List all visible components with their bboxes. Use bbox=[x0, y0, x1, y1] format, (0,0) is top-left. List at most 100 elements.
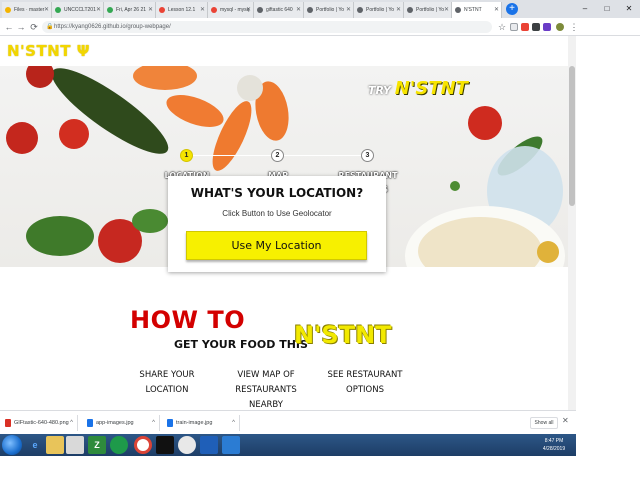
chrome-icon[interactable] bbox=[134, 436, 152, 454]
browser-tab[interactable]: giftastic 640 ✕ bbox=[254, 2, 304, 18]
tab-close-icon[interactable]: ✕ bbox=[346, 2, 351, 18]
site-logo[interactable]: N'STNT Ψ bbox=[7, 42, 90, 60]
tab-label: Portfolio | Yo bbox=[366, 7, 394, 13]
minimize-button[interactable]: – bbox=[574, 0, 596, 18]
image-file-icon bbox=[87, 419, 93, 427]
maximize-button[interactable]: □ bbox=[596, 0, 618, 18]
carrot-shape bbox=[133, 66, 197, 90]
browser-tab[interactable]: Lesson 12.1 ✕ bbox=[156, 2, 208, 18]
tomato-shape bbox=[26, 66, 54, 88]
taskbar-clock[interactable]: 8:47 PM 4/28/2019 bbox=[534, 437, 574, 453]
profile-avatar-icon[interactable] bbox=[556, 23, 564, 31]
bookmark-star-icon[interactable]: ☆ bbox=[496, 21, 508, 33]
reload-icon[interactable]: ⟳ bbox=[28, 21, 40, 33]
app-icon[interactable] bbox=[110, 436, 128, 454]
menu-kebab-icon[interactable]: ⋮ bbox=[568, 21, 580, 33]
step-3-indicator[interactable]: 3 bbox=[361, 149, 374, 162]
location-card-subtitle: Click Button to Use Geolocator bbox=[222, 209, 332, 218]
windows-taskbar: e Z 8:47 PM 4/28/2019 bbox=[0, 434, 576, 456]
tab-close-icon[interactable]: ✕ bbox=[246, 2, 251, 18]
tab-close-icon[interactable]: ✕ bbox=[494, 2, 499, 18]
lemon-shape bbox=[537, 241, 559, 263]
blank-area bbox=[576, 410, 640, 456]
tab-close-icon[interactable]: ✕ bbox=[444, 2, 449, 18]
extension-icon[interactable] bbox=[543, 23, 551, 31]
step-1-indicator[interactable]: 1 bbox=[180, 149, 193, 162]
tab-close-icon[interactable]: ✕ bbox=[96, 2, 101, 18]
image-file-icon bbox=[5, 419, 11, 427]
internet-explorer-icon[interactable]: e bbox=[26, 436, 44, 454]
tab-favicon-icon bbox=[55, 7, 61, 13]
tab-label: UNCCCLT201 bbox=[64, 7, 96, 13]
tab-favicon-icon bbox=[159, 7, 165, 13]
blank-area bbox=[576, 36, 640, 410]
start-button-icon[interactable] bbox=[2, 435, 22, 455]
tab-favicon-icon bbox=[211, 7, 217, 13]
blank-area bbox=[0, 456, 640, 480]
browser-tab[interactable]: Portfolio | Yo ✕ bbox=[404, 2, 452, 18]
browser-tab[interactable]: Fri, Apr 26 21 ✕ bbox=[104, 2, 156, 18]
tab-favicon-icon bbox=[357, 7, 363, 13]
tomato-shape bbox=[59, 119, 89, 149]
browser-tab-active[interactable]: N'STNT ✕ bbox=[452, 2, 502, 18]
extension-icon[interactable] bbox=[510, 23, 518, 31]
tab-close-icon[interactable]: ✕ bbox=[296, 2, 301, 18]
tab-favicon-icon bbox=[407, 7, 413, 13]
tab-close-icon[interactable]: ✕ bbox=[44, 2, 49, 18]
browser-tab[interactable]: UNCCCLT201 ✕ bbox=[52, 2, 104, 18]
file-explorer-icon[interactable] bbox=[46, 436, 64, 454]
tab-label: Fri, Apr 26 21 bbox=[116, 7, 147, 13]
forward-icon[interactable]: → bbox=[15, 21, 27, 33]
browser-toolbar: ← → ⟳ 🔒 https://kyang0626.github.io/grou… bbox=[0, 18, 640, 36]
close-window-button[interactable]: ✕ bbox=[618, 0, 640, 18]
download-filename: train-image.jpg bbox=[176, 420, 213, 426]
app-icon[interactable] bbox=[200, 436, 218, 454]
tab-close-icon[interactable]: ✕ bbox=[396, 2, 401, 18]
tab-label: giftastic 640 bbox=[266, 7, 293, 13]
app-icon[interactable] bbox=[178, 436, 196, 454]
step-2-indicator[interactable]: 2 bbox=[271, 149, 284, 162]
download-item[interactable]: train-image.jpg ^ bbox=[164, 415, 240, 431]
address-bar[interactable]: 🔒 https://kyang0626.github.io/group-webp… bbox=[42, 21, 492, 33]
basil-leaves-shape bbox=[26, 216, 94, 256]
browser-tab[interactable]: Portfolio | Yo ✕ bbox=[354, 2, 404, 18]
hero-brand: N'STNT bbox=[394, 78, 468, 99]
back-icon[interactable]: ← bbox=[3, 21, 15, 33]
browser-tab[interactable]: mysql - mysq ✕ bbox=[208, 2, 254, 18]
web-page: N'STNT Ψ TRY N'STNT 1 2 3 WHAT'S YOUR LO… bbox=[0, 36, 568, 410]
show-all-downloads-button[interactable]: Show all bbox=[530, 417, 558, 429]
scrollbar-thumb[interactable] bbox=[569, 66, 575, 206]
vscode-icon[interactable] bbox=[222, 436, 240, 454]
chevron-up-icon[interactable]: ^ bbox=[152, 415, 155, 431]
carrot-shape bbox=[166, 95, 224, 127]
tab-label: Portfolio | Yo bbox=[416, 7, 444, 13]
howto-step-view-map: VIEW MAP OF RESTAURANTS NEARBY bbox=[235, 370, 297, 410]
close-download-bar-icon[interactable]: ✕ bbox=[562, 416, 569, 425]
chevron-up-icon[interactable]: ^ bbox=[232, 415, 235, 431]
new-tab-button[interactable]: + bbox=[506, 3, 518, 15]
herb-shape bbox=[450, 181, 460, 191]
site-header: N'STNT Ψ bbox=[0, 36, 568, 66]
download-item[interactable]: app-images.jpg ^ bbox=[84, 415, 160, 431]
tab-close-icon[interactable]: ✕ bbox=[148, 2, 153, 18]
tab-close-icon[interactable]: ✕ bbox=[200, 2, 205, 18]
use-my-location-button[interactable]: Use My Location bbox=[186, 231, 367, 260]
url-text: https://kyang0626.github.io/group-webpag… bbox=[54, 24, 171, 30]
logo-text: N'STNT bbox=[7, 42, 71, 60]
tab-favicon-icon bbox=[107, 7, 113, 13]
terminal-icon[interactable] bbox=[156, 436, 174, 454]
lock-icon: 🔒 bbox=[46, 24, 54, 30]
excel-icon[interactable]: Z bbox=[88, 436, 106, 454]
extension-icon[interactable] bbox=[521, 23, 529, 31]
tab-label: N'STNT bbox=[464, 7, 482, 13]
browser-tab[interactable]: Files · master ✕ bbox=[2, 2, 52, 18]
chevron-up-icon[interactable]: ^ bbox=[70, 415, 73, 431]
download-item[interactable]: GIFtastic-640-480.png ^ bbox=[2, 415, 78, 431]
browser-tab[interactable]: Portfolio | Yo ✕ bbox=[304, 2, 354, 18]
app-icon[interactable] bbox=[66, 436, 84, 454]
howto-subheading: GET YOUR FOOD THIS bbox=[174, 338, 308, 351]
extension-icon[interactable] bbox=[532, 23, 540, 31]
tab-favicon-icon bbox=[5, 7, 11, 13]
page-scrollbar[interactable] bbox=[568, 36, 576, 410]
howto-brand: N'STNT bbox=[294, 321, 392, 349]
